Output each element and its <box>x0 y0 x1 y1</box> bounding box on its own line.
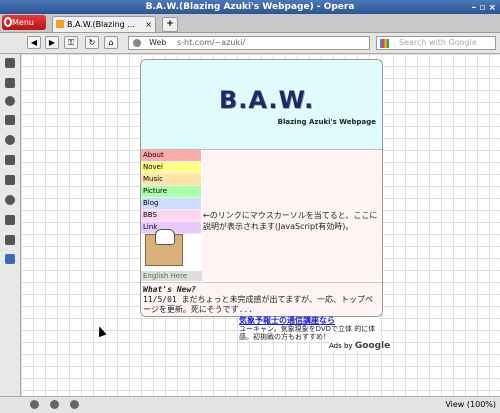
forward-button[interactable]: ▶ <box>45 36 59 49</box>
search-placeholder: Search with Google <box>399 38 477 47</box>
tab-close-icon[interactable]: × <box>145 17 152 32</box>
tab-active[interactable]: B.A.W.(Blazing ... × <box>52 16 156 32</box>
site-title: B.A.W. <box>219 86 315 114</box>
site-subtitle: Blazing Azuki's Webpage <box>277 118 376 126</box>
menu-item-picture[interactable]: Picture <box>141 186 201 198</box>
window-title: B.A.W.(Blazing Azuki's Webpage) - Opera <box>145 2 355 12</box>
key-icon[interactable]: ⚿ <box>64 36 78 49</box>
settings-icon[interactable] <box>5 215 15 225</box>
favicon-icon <box>56 20 64 28</box>
home-button[interactable]: ⌂ <box>104 36 118 49</box>
menu-item-blog[interactable]: Blog <box>141 198 201 210</box>
tab-title: B.A.W.(Blazing ... <box>67 20 135 29</box>
window-controls[interactable]: – ▫ × <box>472 1 496 15</box>
menu-item-music[interactable]: Music <box>141 174 201 186</box>
ads-by-google[interactable]: Ads by Google <box>329 341 391 351</box>
page-viewport[interactable]: B.A.W. Blazing Azuki's Webpage About Nove… <box>21 54 500 396</box>
new-tab-button[interactable]: + <box>162 17 178 32</box>
description-text: ←のリンクにマウスカーソルを当てると、ここに説明が表示されます(JavaScri… <box>203 211 378 231</box>
unite-icon[interactable] <box>5 235 15 245</box>
site-info-icon[interactable] <box>133 39 141 47</box>
google-label: Google <box>354 341 391 351</box>
news-heading: What's New? <box>143 285 196 294</box>
box-cat-image <box>145 229 183 266</box>
search-field[interactable]: Search with Google <box>376 36 496 50</box>
address-toolbar: ◀ ▶ ⚿ ↻ ⌂ Web s-ht.com/~azuki/ Search wi… <box>0 33 500 54</box>
ad-link[interactable]: 気象予報士の通信講座なら <box>239 317 379 325</box>
add-panel-icon[interactable] <box>5 254 15 264</box>
history-icon[interactable] <box>5 96 15 106</box>
ad-block: 気象予報士の通信講座なら ユーキャン。気象現象をDVDで立体 的に体感。初挑戦の… <box>239 317 379 341</box>
tab-bar: Menu B.A.W.(Blazing ... × + <box>0 14 500 33</box>
window-titlebar: B.A.W.(Blazing Azuki's Webpage) - Opera … <box>0 0 500 14</box>
cat-face-icon <box>155 229 175 245</box>
opera-menu-button[interactable]: Menu <box>2 15 46 30</box>
menu-item-novel[interactable]: Novel <box>141 162 201 174</box>
menu-item-bbs[interactable]: BBS <box>141 210 201 222</box>
reload-button[interactable]: ↻ <box>85 36 99 49</box>
ad-text: ユーキャン。気象現象をDVDで立体 的に体感。初挑戦の方もおすすめ！ <box>239 325 376 341</box>
menu-item-about[interactable]: About <box>141 150 201 162</box>
english-link[interactable]: English Here <box>141 271 203 281</box>
back-button[interactable]: ◀ <box>27 36 41 49</box>
bookmarks-icon[interactable] <box>5 58 15 68</box>
zoom-control[interactable]: View (100%) <box>445 397 496 412</box>
links-icon[interactable] <box>5 155 15 165</box>
windows-icon[interactable] <box>5 175 15 185</box>
info-icon[interactable] <box>5 195 15 205</box>
web-label: Web <box>149 38 167 47</box>
ads-by-label: Ads by <box>329 342 353 350</box>
site-card: B.A.W. Blazing Azuki's Webpage About Nove… <box>140 59 383 317</box>
search-icon[interactable] <box>5 135 15 145</box>
site-menu: About Novel Music Picture Blog BBS Link <box>141 150 201 234</box>
notes-icon[interactable] <box>5 115 15 125</box>
sync-icon[interactable] <box>30 400 39 409</box>
google-icon[interactable] <box>380 39 389 48</box>
opera-logo-icon <box>4 17 12 27</box>
news-section: What's New? 11/5/01 まだちょっと未完成感が出てますが、一応、… <box>141 282 382 316</box>
turbo-icon[interactable] <box>70 400 79 409</box>
url-text: s-ht.com/~azuki/ <box>177 38 246 47</box>
downloads-icon[interactable] <box>5 78 15 88</box>
side-panel <box>0 54 21 396</box>
status-bar: View (100%) <box>0 396 500 413</box>
unite-status-icon[interactable] <box>50 400 59 409</box>
opera-menu-label: Menu <box>12 18 34 27</box>
address-field[interactable]: Web s-ht.com/~azuki/ <box>128 36 370 50</box>
site-banner: B.A.W. Blazing Azuki's Webpage <box>141 60 382 150</box>
mouse-cursor-icon <box>95 324 107 338</box>
news-text: 11/5/01 まだちょっと未完成感が出てますが、一応、トップページを更新。死に… <box>143 295 373 314</box>
